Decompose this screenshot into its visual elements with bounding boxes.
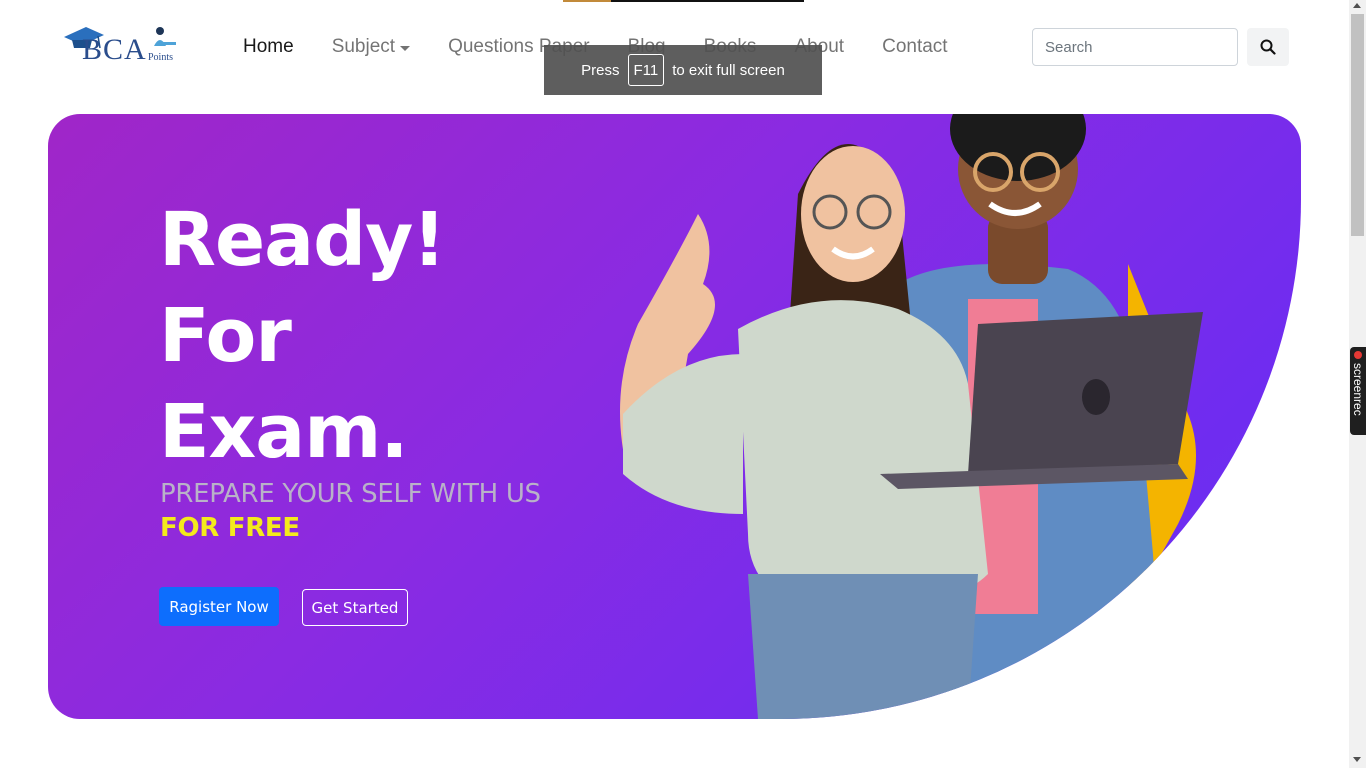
record-dot-icon [1354, 351, 1362, 359]
top-decor-accent [563, 0, 611, 2]
search-icon [1260, 39, 1276, 55]
hero-title-line: Ready! [159, 197, 446, 283]
screenrec-tab[interactable]: screenrec [1350, 347, 1366, 435]
hero-subtitle: PREPARE YOUR SELF WITH US [160, 479, 541, 509]
nav-item-home[interactable]: Home [224, 32, 313, 62]
scrollbar-thumb[interactable] [1351, 14, 1364, 236]
nav-item-subject-dropdown[interactable]: Subject [313, 32, 429, 62]
fullscreen-exit-notice: Press F11 to exit full screen [544, 45, 822, 95]
register-now-button[interactable]: Ragister Now [159, 587, 279, 626]
search-button[interactable] [1247, 28, 1289, 66]
nav-item-label: Contact [882, 36, 948, 57]
scroll-down-arrow-icon[interactable] [1353, 757, 1361, 762]
fullscreen-key-badge: F11 [627, 54, 665, 86]
brand-name: BCA [82, 33, 147, 66]
get-started-button[interactable]: Get Started [302, 589, 408, 626]
screenrec-label: screenrec [1351, 363, 1365, 416]
hero-banner: Ready! For Exam. PREPARE YOUR SELF WITH … [48, 114, 1301, 719]
search-input[interactable] [1032, 28, 1238, 66]
student-figure-icon [154, 27, 176, 46]
brand-subtitle: Points [148, 52, 174, 63]
nav-item-label: Subject [331, 36, 396, 57]
woman-figure [620, 144, 988, 719]
hero-title-line: Exam. [159, 389, 408, 475]
nav-item-contact[interactable]: Contact [863, 32, 966, 62]
brand-logo[interactable]: BCA Points [62, 24, 184, 68]
hero-students-illustration [620, 114, 1203, 719]
caret-down-icon [400, 45, 411, 51]
hero-title-line: For [159, 293, 292, 379]
hero-highlight: FOR FREE [160, 513, 300, 543]
fullscreen-notice-prefix: Press [581, 61, 620, 79]
fullscreen-notice-suffix: to exit full screen [672, 61, 785, 79]
hero-title: Ready! For Exam. [159, 192, 446, 480]
nav-item-label: Home [243, 36, 294, 57]
scroll-up-arrow-icon[interactable] [1353, 3, 1361, 8]
